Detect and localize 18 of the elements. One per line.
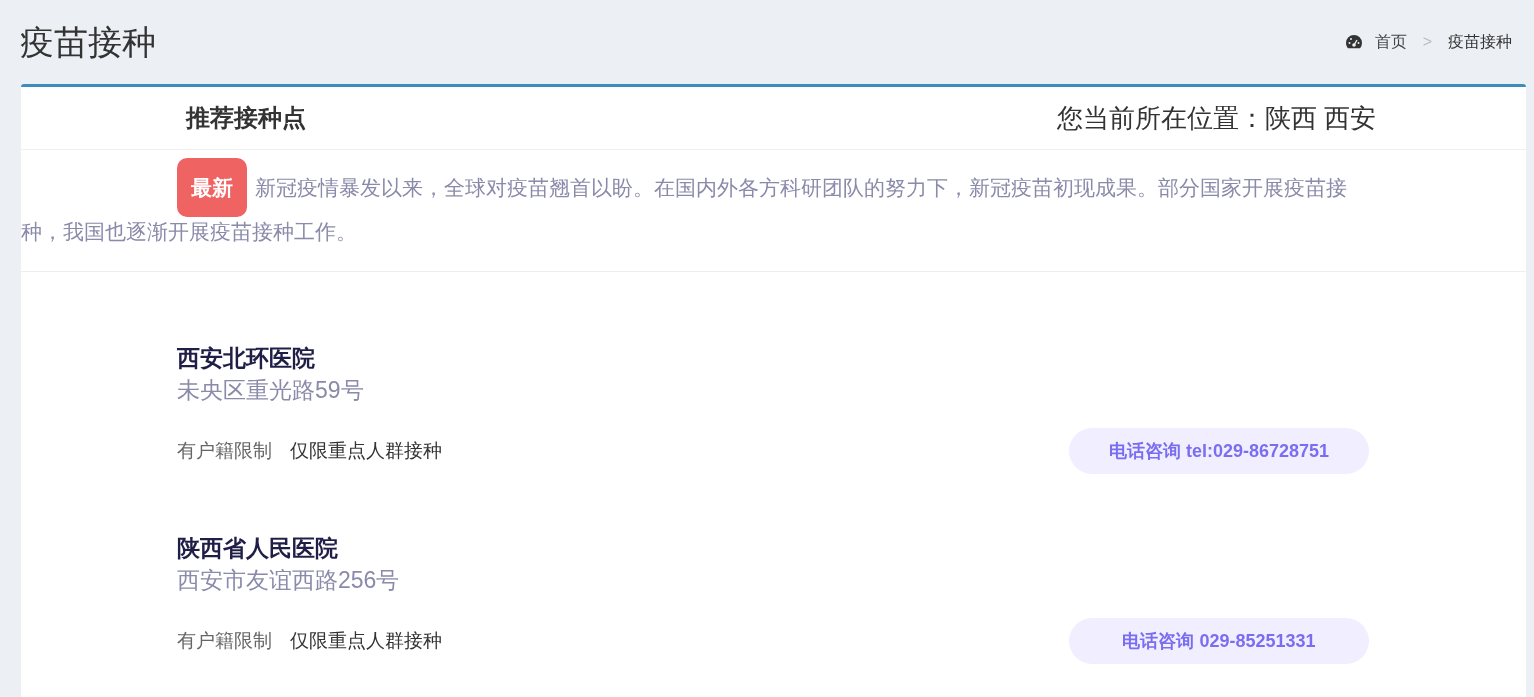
page-title: 疫苗接种 [20,21,156,63]
news-text-line: 新冠疫情暴发以来，全球对疫苗翘首以盼。在国内外各方科研团队的努力下，新冠疫苗初现成果。部分国家开展疫苗接 [255,174,1347,201]
news-text-line: 种，我国也逐渐开展疫苗接种工作。 [21,219,358,245]
site-address: 西安市友谊西路256号 [177,566,401,595]
breadcrumb-link[interactable]: 首页 [1374,30,1407,54]
breadcrumb-link[interactable]: 疫苗接种 [1448,30,1512,54]
site-tag: 仅限重点人群接种 [290,626,442,656]
dashboard-icon [1344,34,1363,50]
news-badge: 最新 [177,158,247,217]
site-tag: 仅限重点人群接种 [290,436,442,466]
site-name: 陕西省人民医院 [177,534,339,563]
card-title: 推荐接种点 [186,103,306,133]
site-tag: 有户籍限制 [177,626,272,656]
site-name: 西安北环医院 [177,344,316,373]
breadcrumb-separator: > [1422,32,1432,52]
site-tag: 有户籍限制 [177,436,272,466]
site-address: 未央区重光路59号 [177,376,365,405]
location-text: 您当前所在位置：陕西 西安 [1056,101,1376,135]
